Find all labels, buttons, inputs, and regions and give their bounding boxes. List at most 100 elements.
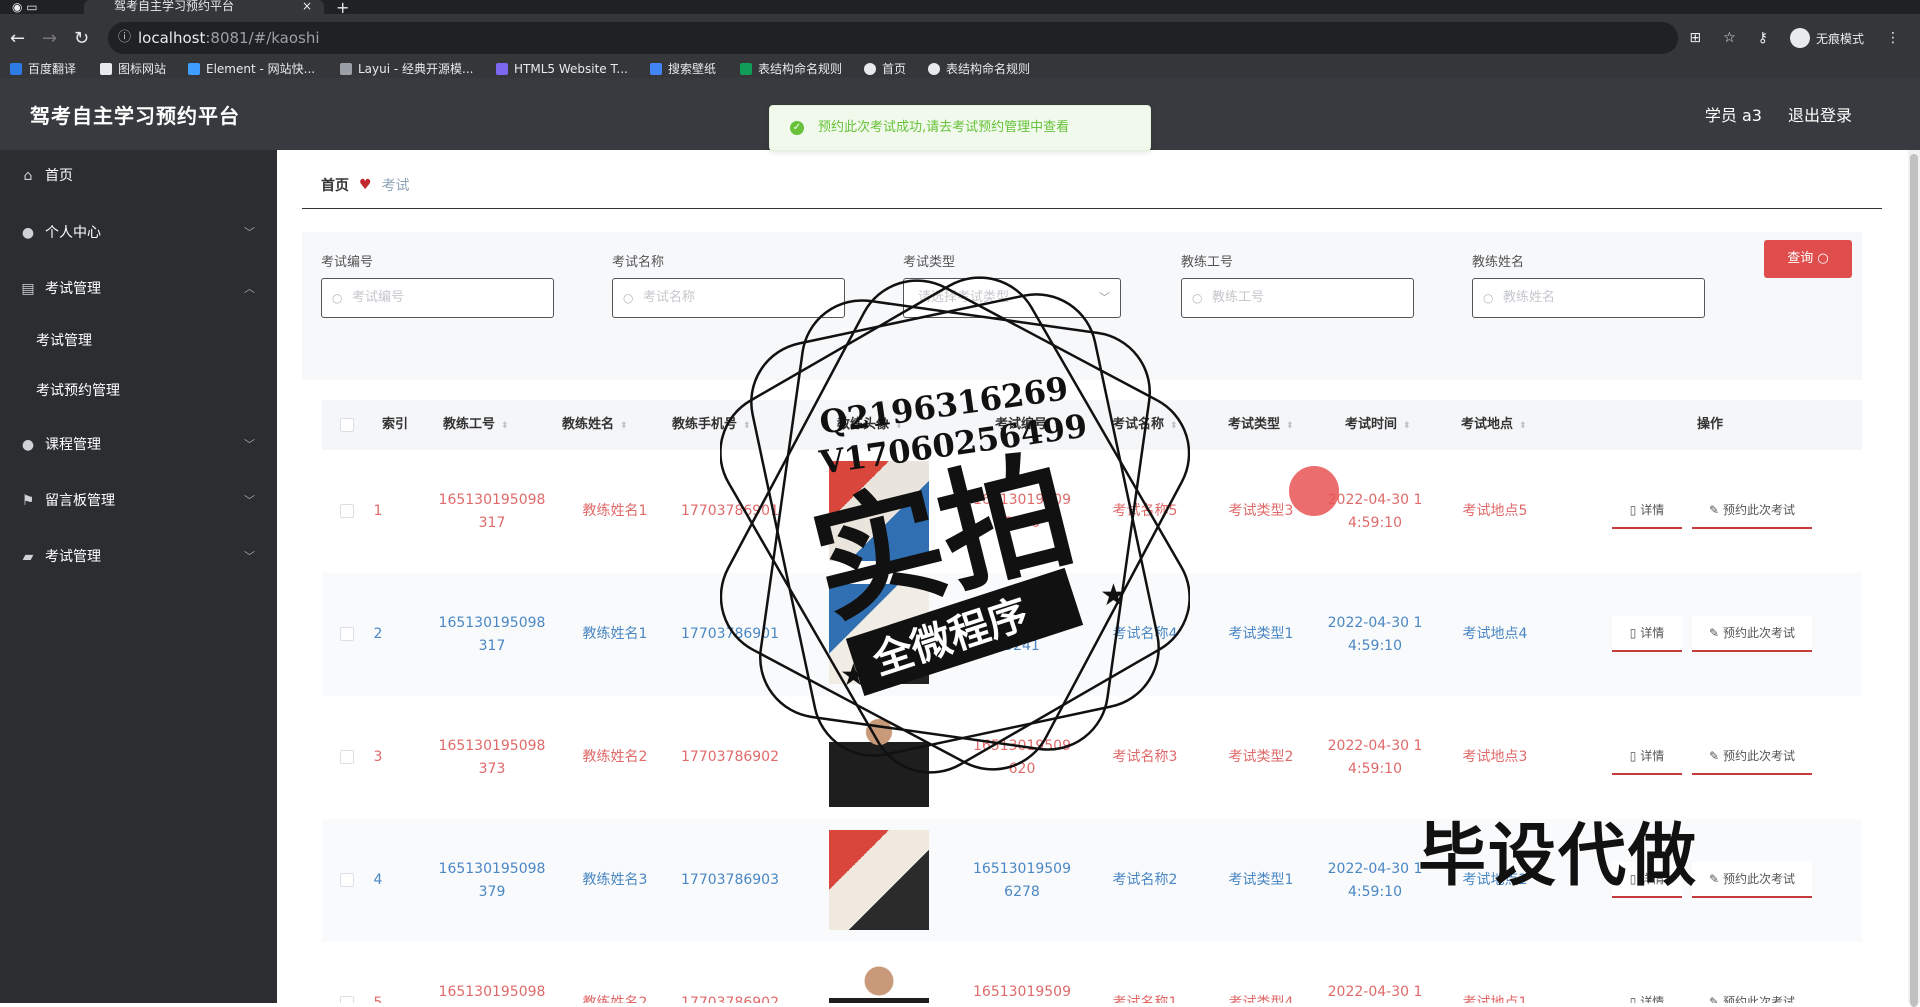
sort-icon[interactable]: ⬍	[1519, 421, 1527, 431]
row-checkbox[interactable]	[340, 873, 354, 887]
page-scrollbar[interactable]	[1908, 150, 1920, 1007]
sidebar-item-exam[interactable]: ▤ 考试管理 ︿	[0, 269, 277, 309]
coach-id-input[interactable]: ○ 教练工号	[1181, 278, 1414, 318]
coach-name: 教练姓名2	[582, 749, 648, 765]
detail-button[interactable]: ▯ 详情	[1612, 493, 1682, 529]
back-icon[interactable]: ←	[10, 28, 25, 49]
translate-icon[interactable]: ⊞	[1689, 30, 1701, 46]
bookmark-item[interactable]: 百度翻译	[10, 62, 76, 76]
sidebar-item-label: 留言板管理	[45, 493, 115, 509]
search-icon: ○	[1817, 251, 1829, 266]
exam-place: 考试地点5	[1462, 503, 1528, 519]
bookmark-item[interactable]: 搜索壁纸	[650, 62, 716, 76]
coach-name: 教练姓名1	[582, 503, 648, 519]
bookmark-star-icon[interactable]: ☆	[1723, 30, 1736, 46]
exam-name: 考试名称4	[1112, 626, 1178, 642]
row-checkbox[interactable]	[340, 996, 354, 1003]
sidebar-subitem-exam-manage[interactable]: 考试管理	[0, 321, 277, 361]
exam-icon: ▤	[21, 281, 35, 297]
bookmark-item[interactable]: Layui - 经典开源模...	[340, 62, 473, 76]
sort-icon[interactable]: ⬍	[1286, 421, 1294, 431]
select-all-checkbox[interactable]	[340, 418, 354, 432]
book-exam-button[interactable]: ✎ 预约此次考试	[1692, 862, 1812, 898]
coach-photo	[829, 461, 929, 561]
sidebar-item-label: 考试管理	[45, 281, 101, 297]
chevron-down-icon: ﹀	[244, 494, 255, 507]
table-row: 1 165130195098 317 教练姓名1 17703786901 1651…	[322, 450, 1862, 573]
book-exam-button[interactable]: ✎ 预约此次考试	[1692, 985, 1812, 1003]
key-icon[interactable]: ⚷	[1758, 30, 1768, 46]
logout-button[interactable]: 退出登录	[1788, 102, 1852, 126]
book-exam-button[interactable]: ✎ 预约此次考试	[1692, 616, 1812, 652]
col-coach-name[interactable]: 教练姓名 ⬍	[562, 400, 628, 450]
forward-icon[interactable]: →	[42, 28, 57, 49]
book-exam-button[interactable]: ✎ 预约此次考试	[1692, 493, 1812, 529]
bookmark-item[interactable]: HTML5 Website T...	[496, 62, 628, 76]
col-coach-phone[interactable]: 教练手机号 ⬍	[672, 400, 751, 450]
col-exam-type[interactable]: 考试类型 ⬍	[1228, 400, 1294, 450]
coach-name: 教练姓名1	[582, 626, 648, 642]
row-checkbox[interactable]	[340, 504, 354, 518]
sort-icon[interactable]: ⬍	[501, 421, 509, 431]
tab-close-icon[interactable]: ×	[302, 0, 312, 12]
detail-button[interactable]: ▯ 详情	[1612, 985, 1682, 1003]
col-exam-name[interactable]: 考试名称 ⬍	[1112, 400, 1178, 450]
sidebar-item-course[interactable]: ● 课程管理 ﹀	[0, 425, 277, 465]
table-header: 索引 教练工号 ⬍ 教练姓名 ⬍ 教练手机号 ⬍ 教练头像 ⬍ 考试编号 ⬍ 考试名称 ⬍ …	[322, 400, 1862, 450]
sidebar-item-messages[interactable]: ⚑ 留言板管理 ﹀	[0, 481, 277, 521]
exam-name: 考试名称1	[1112, 995, 1178, 1003]
bookmarks-bar: 百度翻译 图标网站 Element - 网站快... Layui - 经典开源模…	[0, 62, 1920, 78]
search-icon: ○	[1483, 291, 1494, 305]
breadcrumb-home[interactable]: 首页	[321, 175, 349, 195]
browser-tab[interactable]: 驾考自主学习预约平台 ×	[84, 0, 324, 14]
coach-name-input[interactable]: ○ 教练姓名	[1472, 278, 1705, 318]
briefcase-icon: ▰	[22, 549, 34, 565]
exam-time: 2022-04-30 1 4:59:10	[1327, 738, 1423, 777]
sidebar-item-home[interactable]: ⌂ 首页	[0, 156, 277, 196]
col-exam-time[interactable]: 考试时间 ⬍	[1345, 400, 1411, 450]
coach-id: 165130195098 317	[438, 492, 546, 531]
site-info-icon[interactable]: ⓘ	[118, 22, 131, 54]
exam-time: 2022-04-30 1	[1327, 984, 1423, 1000]
col-coach-photo[interactable]: 教练头像 ⬍	[837, 400, 903, 450]
browser-menu-icon[interactable]: ⋮	[1886, 30, 1900, 46]
col-exam-id[interactable]: 考试编号 ⬍	[995, 400, 1061, 450]
row-index: 2	[373, 626, 383, 642]
chevron-down-icon: ﹀	[244, 550, 255, 563]
sort-icon[interactable]: ⬍	[1170, 421, 1178, 431]
address-bar[interactable]: ⓘ localhost:8081/#/kaoshi	[108, 22, 1678, 54]
profile-label: 无痕模式	[1815, 31, 1864, 46]
sort-icon[interactable]: ⬍	[620, 421, 628, 431]
book-exam-button[interactable]: ✎ 预约此次考试	[1692, 739, 1812, 775]
reload-icon[interactable]: ↻	[74, 28, 89, 49]
detail-button[interactable]: ▯ 详情	[1612, 739, 1682, 775]
bookmark-item[interactable]: Element - 网站快...	[188, 62, 315, 76]
browser-toolbar: ← → ↻ ⓘ localhost:8081/#/kaoshi ⊞ ☆ ⚷ 无痕…	[0, 14, 1920, 62]
bookmark-item[interactable]: 图标网站	[100, 62, 166, 76]
col-exam-place[interactable]: 考试地点 ⬍	[1461, 400, 1527, 450]
sidebar-subitem-exam-booking[interactable]: 考试预约管理	[0, 371, 277, 411]
sidebar-item-exam-2[interactable]: ▰ 考试管理 ﹀	[0, 537, 277, 577]
sort-icon[interactable]: ⬍	[1403, 421, 1411, 431]
row-checkbox[interactable]	[340, 627, 354, 641]
col-coach-id[interactable]: 教练工号 ⬍	[443, 400, 509, 450]
row-checkbox[interactable]	[340, 750, 354, 764]
sidebar-item-profile[interactable]: ● 个人中心 ﹀	[0, 213, 277, 253]
coach-id: 165130195098 317	[438, 615, 546, 654]
exam-name-input[interactable]: ○ 考试名称	[612, 278, 845, 318]
scrollbar-thumb[interactable]	[1910, 154, 1918, 1007]
exam-name-placeholder: 考试名称	[643, 290, 696, 305]
bookmark-item[interactable]: 首页	[864, 62, 906, 76]
exam-type-select[interactable]: 请选择考试类型 ﹀	[903, 278, 1121, 318]
profile-button[interactable]: 无痕模式	[1789, 28, 1864, 48]
edit-icon: ✎	[1709, 626, 1720, 640]
bookmark-item[interactable]: 表结构命名规则	[928, 62, 1030, 76]
sort-icon[interactable]: ⬍	[743, 421, 751, 431]
detail-button[interactable]: ▯ 详情	[1612, 616, 1682, 652]
bookmark-item[interactable]: 表结构命名规则	[740, 62, 842, 76]
exam-id-input[interactable]: ○ 考试编号	[321, 278, 554, 318]
query-button[interactable]: 查询 ○	[1764, 240, 1852, 278]
browser-window-icons: ◉ ▭	[12, 0, 38, 14]
sort-icon[interactable]: ⬍	[1053, 421, 1061, 431]
sort-icon[interactable]: ⬍	[895, 421, 903, 431]
